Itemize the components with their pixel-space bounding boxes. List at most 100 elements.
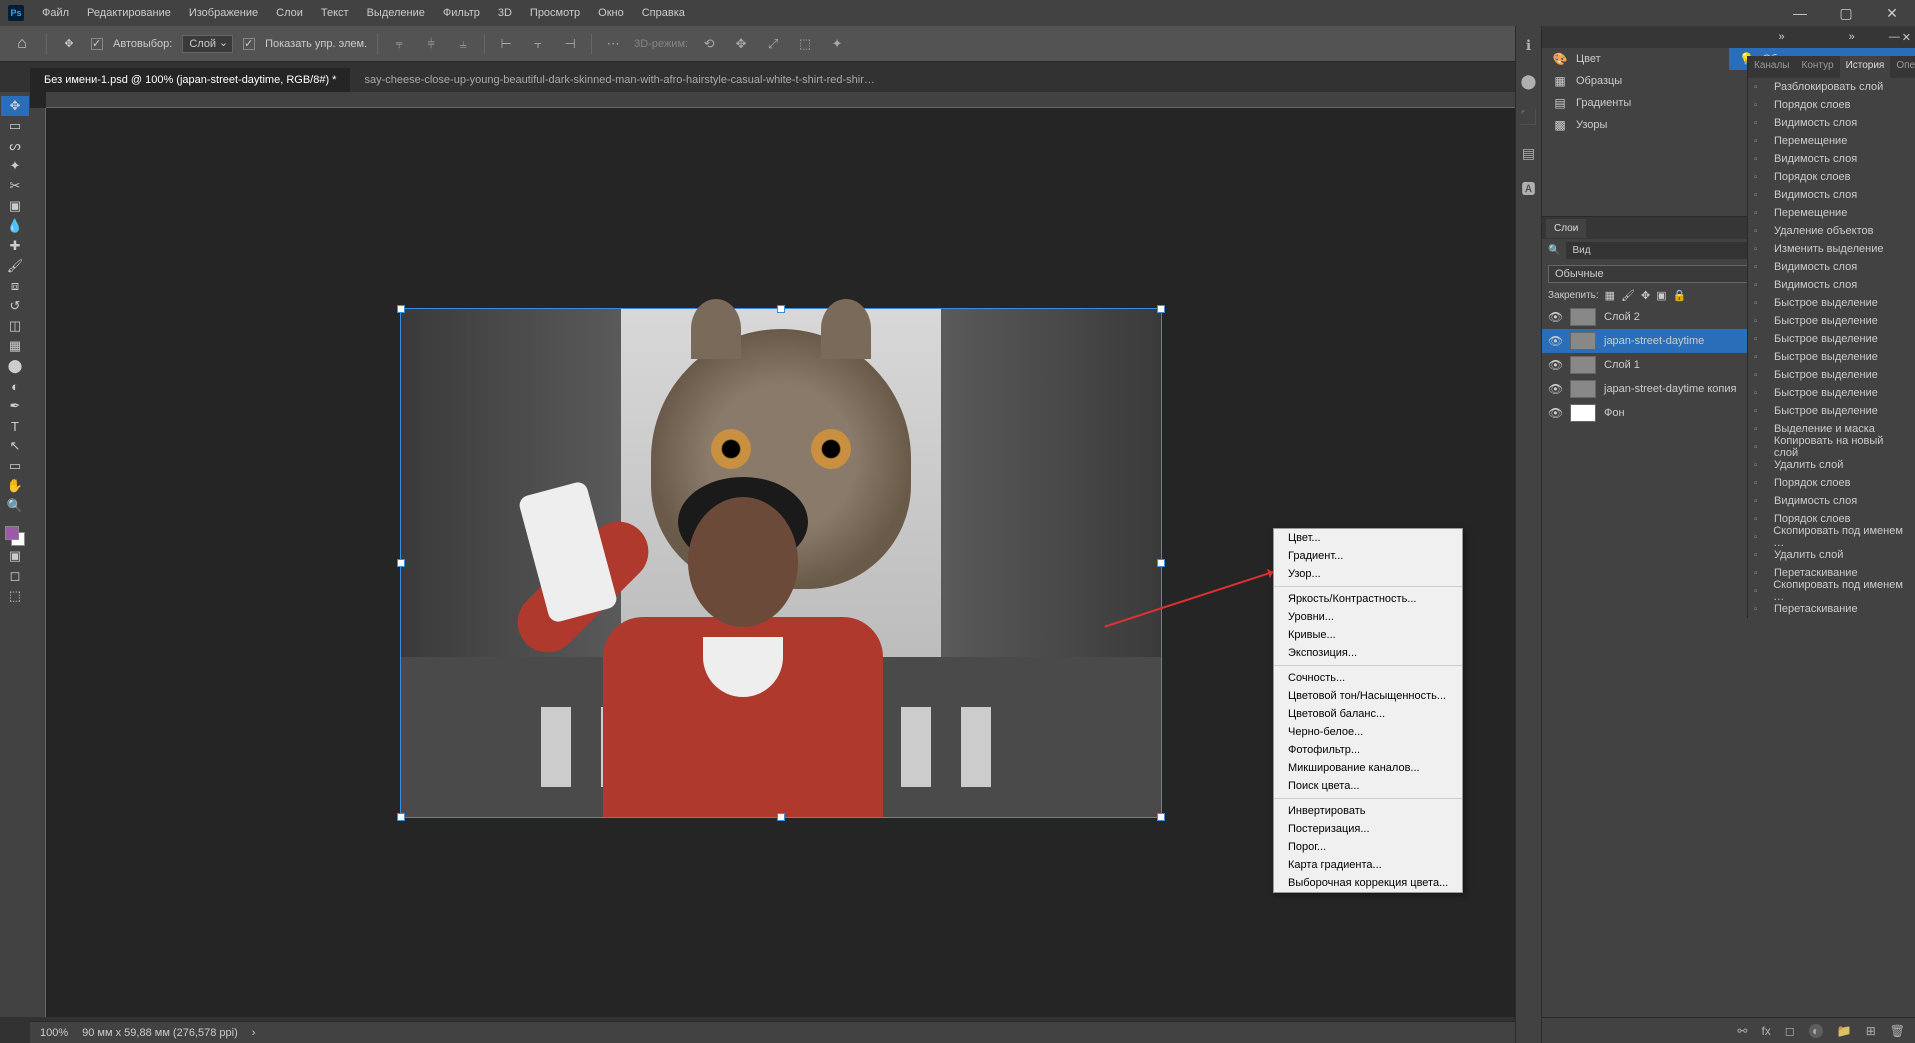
context-menu-item[interactable]: Карта градиента... — [1274, 856, 1462, 874]
fx-icon[interactable]: fx — [1761, 1024, 1770, 1038]
menu-filter[interactable]: Фильтр — [435, 3, 488, 23]
vtab-swatch-icon[interactable]: ⬛ — [1520, 108, 1538, 126]
minimize-button[interactable]: — — [1777, 0, 1823, 26]
align-hcenter-icon[interactable]: ⫟ — [527, 33, 549, 55]
collapse-icon[interactable]: » — [1779, 31, 1785, 43]
vtab-char-icon[interactable]: 🅰 — [1520, 180, 1538, 198]
menu-edit[interactable]: Редактирование — [79, 3, 179, 23]
history-tab[interactable]: История — [1840, 56, 1891, 78]
tool-pen[interactable]: ✒ — [1, 396, 29, 416]
3d-icon-2[interactable]: ✥ — [730, 33, 752, 55]
transform-handle[interactable] — [397, 305, 405, 313]
history-item[interactable]: ▫Перемещение — [1748, 132, 1915, 150]
context-menu-item[interactable]: Выборочная коррекция цвета... — [1274, 874, 1462, 892]
autovybor-checkbox[interactable] — [91, 38, 103, 50]
visibility-icon[interactable]: 👁 — [1548, 382, 1562, 396]
align-top-icon[interactable]: ⫧ — [388, 33, 410, 55]
menu-3d[interactable]: 3D — [490, 3, 520, 23]
history-item[interactable]: ▫Порядок слоев — [1748, 474, 1915, 492]
vtab-color-icon[interactable]: ⬤ — [1520, 72, 1538, 90]
context-menu-item[interactable]: Градиент... — [1274, 547, 1462, 565]
new-layer-icon[interactable]: ⊞ — [1866, 1024, 1876, 1038]
context-menu-item[interactable]: Фотофильтр... — [1274, 741, 1462, 759]
vtab-lib-icon[interactable]: ▤ — [1520, 144, 1538, 162]
learn-item[interactable]: ▦Образцы — [1542, 70, 1729, 92]
tool-path[interactable]: ↖ — [1, 436, 29, 456]
history-item[interactable]: ▫Быстрое выделение — [1748, 348, 1915, 366]
align-bottom-icon[interactable]: ⫨ — [452, 33, 474, 55]
3d-icon-4[interactable]: ⬚ — [794, 33, 816, 55]
lock-move-icon[interactable]: ✥ — [1641, 289, 1650, 302]
layers-tab[interactable]: Слои — [1546, 219, 1586, 238]
history-tab[interactable]: Контур — [1796, 56, 1840, 78]
tab-inactive[interactable]: say-cheese-close-up-young-beautiful-dark… — [350, 68, 890, 92]
transform-handle[interactable] — [397, 813, 405, 821]
tool-patch[interactable]: ✚ — [1, 236, 29, 256]
delete-layer-icon[interactable]: 🗑 — [1890, 1024, 1905, 1038]
lock-all-icon[interactable]: 🔒 — [1673, 289, 1687, 302]
tool-stamp[interactable]: ⧈ — [1, 276, 29, 296]
close-panel-icon[interactable]: ✕ — [1902, 31, 1911, 44]
3d-icon-5[interactable]: ✦ — [826, 33, 848, 55]
vtab-info-icon[interactable]: ℹ — [1520, 36, 1538, 54]
tool-marquee[interactable]: ▭ — [1, 116, 29, 136]
context-menu-item[interactable]: Цвет... — [1274, 529, 1462, 547]
tool-frame[interactable]: ▣ — [1, 196, 29, 216]
lock-artboard-icon[interactable]: ▣ — [1656, 289, 1666, 302]
tool-hand[interactable]: ✋ — [1, 476, 29, 496]
history-item[interactable]: ▫Изменить выделение — [1748, 240, 1915, 258]
history-item[interactable]: ▫Быстрое выделение — [1748, 294, 1915, 312]
canvas[interactable] — [401, 309, 1161, 817]
history-item[interactable]: ▫Удаление объектов — [1748, 222, 1915, 240]
statusbar-dropdown-icon[interactable]: › — [252, 1027, 256, 1039]
context-menu-item[interactable]: Инвертировать — [1274, 802, 1462, 820]
history-item[interactable]: ▫Видимость слоя — [1748, 150, 1915, 168]
3d-icon-1[interactable]: ⟲ — [698, 33, 720, 55]
history-item[interactable]: ▫Порядок слоев — [1748, 96, 1915, 114]
history-tab[interactable]: Каналы — [1748, 56, 1796, 78]
context-menu-item[interactable]: Кривые... — [1274, 626, 1462, 644]
tool-type[interactable]: T — [1, 416, 29, 436]
tool-extra[interactable]: ⬚ — [1, 586, 29, 606]
tool-extra[interactable]: ▣ — [1, 546, 29, 566]
learn-item[interactable]: ▩Узоры — [1542, 114, 1729, 136]
visibility-icon[interactable]: 👁 — [1548, 406, 1562, 420]
tool-brush[interactable]: 🖌 — [1, 256, 29, 276]
history-tab[interactable]: Операц — [1890, 56, 1915, 78]
show-controls-checkbox[interactable] — [243, 38, 255, 50]
align-left-icon[interactable]: ⊢ — [495, 33, 517, 55]
history-item[interactable]: ▫Разблокировать слой — [1748, 78, 1915, 96]
tab-active[interactable]: Без имени-1.psd @ 100% (japan-street-day… — [30, 68, 350, 92]
history-item[interactable]: ▫Копировать на новый слой — [1748, 438, 1915, 456]
minimize-panel-icon[interactable]: — — [1889, 31, 1900, 43]
history-item[interactable]: ▫Видимость слоя — [1748, 492, 1915, 510]
context-menu-item[interactable]: Микширование каналов... — [1274, 759, 1462, 777]
history-item[interactable]: ▫Видимость слоя — [1748, 276, 1915, 294]
home-icon[interactable]: ⌂ — [8, 30, 36, 58]
transform-handle[interactable] — [1157, 813, 1165, 821]
menu-help[interactable]: Справка — [634, 3, 693, 23]
learn-item[interactable]: ▤Градиенты — [1542, 92, 1729, 114]
menu-view[interactable]: Просмотр — [522, 3, 588, 23]
tool-shape[interactable]: ▭ — [1, 456, 29, 476]
transform-handle[interactable] — [777, 813, 785, 821]
transform-handle[interactable] — [397, 559, 405, 567]
layer-select[interactable]: Слой — [182, 35, 233, 53]
history-item[interactable]: ▫Быстрое выделение — [1748, 312, 1915, 330]
context-menu-item[interactable]: Уровни... — [1274, 608, 1462, 626]
menu-image[interactable]: Изображение — [181, 3, 266, 23]
collapse-icon[interactable]: » — [1849, 31, 1855, 43]
lock-transparent-icon[interactable]: ▦ — [1605, 289, 1615, 302]
mask-icon[interactable]: ◻ — [1785, 1024, 1795, 1038]
tool-lasso[interactable]: ᔕ — [1, 136, 29, 156]
menu-layers[interactable]: Слои — [268, 3, 311, 23]
context-menu-item[interactable]: Яркость/Контрастность... — [1274, 590, 1462, 608]
history-item[interactable]: ▫Быстрое выделение — [1748, 402, 1915, 420]
history-item[interactable]: ▫Перемещение — [1748, 204, 1915, 222]
tool-dodge[interactable]: ◐ — [1, 376, 29, 396]
zoom-level[interactable]: 100% — [40, 1027, 68, 1039]
history-item[interactable]: ▫Видимость слоя — [1748, 186, 1915, 204]
context-menu-item[interactable]: Цветовой баланс... — [1274, 705, 1462, 723]
visibility-icon[interactable]: 👁 — [1548, 358, 1562, 372]
history-item[interactable]: ▫Видимость слоя — [1748, 258, 1915, 276]
